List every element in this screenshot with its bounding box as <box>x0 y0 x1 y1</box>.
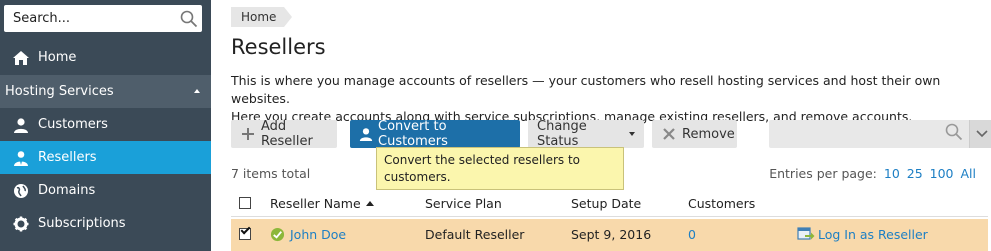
entries-option-25[interactable]: 25 <box>907 166 923 181</box>
search-icon[interactable] <box>176 6 202 32</box>
sidebar-item-label: Resellers <box>38 150 97 165</box>
column-reseller-name[interactable]: Reseller Name <box>270 196 374 211</box>
sidebar-section-label: Hosting Services <box>5 84 114 99</box>
column-setup-date[interactable]: Setup Date <box>571 196 641 211</box>
add-reseller-button[interactable]: Add Reseller <box>231 119 337 149</box>
remove-icon <box>661 126 677 142</box>
convert-tooltip: Convert the selected resellers to custom… <box>376 147 624 190</box>
home-icon <box>11 49 31 67</box>
entries-option-100[interactable]: 100 <box>930 166 954 181</box>
sidebar-item-customers[interactable]: Customers <box>0 108 211 141</box>
tooltip-line-1: Convert the selected resellers to <box>384 153 581 167</box>
breadcrumb-home[interactable]: Home <box>231 7 293 27</box>
sidebar-item-domains[interactable]: Domains <box>0 174 211 207</box>
setup-date-cell: Sept 9, 2016 <box>571 227 652 242</box>
sidebar-item-label: Home <box>38 50 77 65</box>
entries-label: Entries per page: <box>769 166 877 181</box>
entries-option-all[interactable]: All <box>961 166 977 181</box>
tooltip-line-2: customers. <box>384 170 451 184</box>
table-header: Reseller Name Service Plan Setup Date Cu… <box>231 190 988 217</box>
change-status-label: Change Status <box>537 119 587 149</box>
items-total: 7 items total <box>231 166 311 181</box>
column-customers[interactable]: Customers <box>688 196 755 211</box>
main-content: Home Resellers This is where you manage … <box>211 0 991 251</box>
search-options-dropdown[interactable] <box>969 120 991 148</box>
change-status-button[interactable]: Change Status <box>528 119 644 149</box>
entries-option-10[interactable]: 10 <box>884 166 900 181</box>
checkmark-icon <box>240 224 251 235</box>
list-search-input[interactable] <box>769 120 969 148</box>
convert-to-customers-button[interactable]: Convert to Customers <box>350 119 520 149</box>
sidebar-item-resellers[interactable]: Resellers <box>0 141 211 174</box>
login-as-icon <box>797 226 815 245</box>
sidebar-item-label: Customers <box>38 117 108 132</box>
reseller-name-link[interactable]: John Doe <box>290 227 346 242</box>
login-as-reseller-link[interactable]: Log In as Reseller <box>818 227 928 242</box>
entries-per-page: Entries per page: 10 25 100 All <box>769 166 976 181</box>
user-icon <box>359 127 373 141</box>
customers-count-link[interactable]: 0 <box>688 227 696 242</box>
search-icon[interactable] <box>945 123 963 145</box>
sidebar: Search... Home Hosting Services Customer… <box>0 0 211 251</box>
column-service-plan[interactable]: Service Plan <box>425 196 502 211</box>
sidebar-search-input[interactable]: Search... <box>4 5 202 32</box>
remove-button[interactable]: Remove <box>652 120 737 148</box>
globe-icon <box>11 182 31 200</box>
user-icon <box>11 116 31 134</box>
select-all-checkbox[interactable] <box>239 197 251 209</box>
add-reseller-label: Add Reseller <box>261 119 313 149</box>
add-user-icon <box>240 126 256 142</box>
sidebar-item-home[interactable]: Home <box>0 41 211 74</box>
convert-label: Convert to Customers <box>378 119 448 149</box>
remove-label: Remove <box>682 126 735 142</box>
search-placeholder: Search... <box>13 11 71 26</box>
chevron-down-icon <box>629 132 635 136</box>
status-ok-icon <box>270 227 285 245</box>
sidebar-item-label: Domains <box>38 183 96 198</box>
table-row[interactable]: John Doe Default Reseller Sept 9, 2016 0… <box>231 219 988 251</box>
row-checkbox[interactable] <box>239 224 251 240</box>
page-title: Resellers <box>231 35 326 59</box>
sidebar-item-subscriptions[interactable]: Subscriptions <box>0 207 211 240</box>
chevron-up-icon <box>194 89 200 93</box>
service-plan-cell: Default Reseller <box>425 227 525 242</box>
gear-icon <box>11 215 31 233</box>
sidebar-item-label: Subscriptions <box>38 216 126 231</box>
chevron-down-icon <box>975 127 988 142</box>
reseller-icon <box>11 149 31 167</box>
page-description: This is where you manage accounts of res… <box>231 72 971 126</box>
column-label: Reseller Name <box>270 196 361 211</box>
description-line-1: This is where you manage accounts of res… <box>231 73 941 106</box>
sidebar-section-hosting-services[interactable]: Hosting Services <box>0 75 211 108</box>
sort-ascending-icon <box>365 201 374 206</box>
